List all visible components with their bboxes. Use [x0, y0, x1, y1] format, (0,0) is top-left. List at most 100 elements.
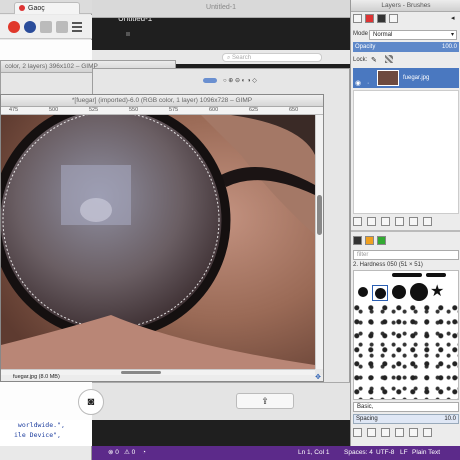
brush-grid[interactable]: ★: [353, 270, 459, 400]
anchor-layer-icon[interactable]: [409, 217, 418, 226]
gimp-toolbox-titlebar: Untitled-1: [92, 0, 350, 18]
chevron-down-icon: ▾: [450, 32, 454, 38]
brush-swatch[interactable]: [426, 273, 446, 277]
error-icon[interactable]: ⊗ 0: [108, 446, 119, 460]
image-status-text: fuegar.jpg (8.0 MB): [13, 374, 60, 380]
editor-statusbar: ⊗ 0 ⚠ 0 ◔ Ln 1, Col 1: [92, 446, 350, 460]
dock-divider[interactable]: [351, 230, 460, 232]
error-count: 0: [115, 449, 119, 456]
ruler-tick: 475: [9, 107, 19, 113]
channels-tab-icon[interactable]: [365, 14, 374, 23]
gimp-image-window: *[fuegar] (imported)-6.0 (RGB color, 1 l…: [0, 94, 324, 382]
code-line-2: ile Device",: [14, 431, 61, 439]
camera-icon[interactable]: [40, 21, 52, 33]
gradients-tab-icon[interactable]: [377, 236, 386, 245]
brush-texture-grid[interactable]: [354, 305, 458, 399]
dock-title[interactable]: Layers - Brushes: [351, 0, 460, 12]
bell-icon[interactable]: ◔: [142, 446, 146, 460]
layers-brushes-dock: Layers - Brushes ◂ Mode Normal ▾ Opacity …: [350, 0, 460, 446]
indent-setting[interactable]: Spaces: 4: [344, 446, 373, 460]
code-line-1: worldwide.",: [14, 421, 65, 429]
preset-select[interactable]: Basic,: [353, 402, 459, 412]
lock-label: Lock:: [353, 57, 368, 63]
browser-toolbar: [0, 15, 92, 39]
brush-swatch[interactable]: [410, 283, 428, 301]
undo-tab-icon[interactable]: [389, 14, 398, 23]
menu-icon[interactable]: [72, 22, 82, 32]
brush-swatch[interactable]: [358, 287, 368, 297]
layers-buttons: [353, 216, 459, 228]
code-snippet: worldwide.", ile Device",: [0, 420, 92, 446]
browser-tab[interactable]: Gaoç: [14, 2, 80, 14]
brush-swatch-selected[interactable]: [372, 285, 388, 301]
ruler-tick: 500: [49, 107, 59, 113]
image-canvas[interactable]: [1, 115, 315, 369]
vertical-scrollbar[interactable]: [315, 115, 323, 369]
browser-tabbar: Gaoç: [0, 0, 92, 14]
opacity-label: Opacity: [355, 44, 376, 50]
tool-icons: ○ ⊕ ⊖ ◐ ◑ ◇: [223, 78, 257, 84]
encoding-setting[interactable]: UTF-8: [376, 446, 394, 460]
toolbox-window-title: Untitled-1: [206, 4, 236, 11]
editor-statusbar-right: Spaces: 4 UTF-8 LF Plain Text: [344, 446, 460, 460]
delete-layer-icon[interactable]: [423, 217, 432, 226]
lower-layer-icon[interactable]: [381, 217, 390, 226]
lock-pixels-icon[interactable]: ✎: [371, 56, 377, 64]
desktop: Untitled-1 Untitled-1 Gaoç worldwide.", i…: [0, 0, 460, 460]
brush-filter-text: filter: [357, 252, 369, 258]
refresh-brush-icon[interactable]: [409, 428, 418, 437]
flag-icon[interactable]: [24, 21, 36, 33]
spacing-value: 10.0: [444, 416, 456, 422]
new-brush-icon[interactable]: [367, 428, 376, 437]
raise-layer-icon[interactable]: [367, 217, 376, 226]
opacity-slider[interactable]: Opacity 100.0: [353, 42, 459, 52]
mode-select[interactable]: Normal ▾: [369, 30, 457, 40]
ruler-tick: 525: [89, 107, 99, 113]
share-button[interactable]: ⇪: [236, 393, 294, 409]
layers-tab-icon[interactable]: [353, 14, 362, 23]
brushes-tab-icon[interactable]: [353, 236, 362, 245]
ruler-tick: 600: [209, 107, 219, 113]
eol-setting[interactable]: LF: [400, 446, 408, 460]
navigate-icon[interactable]: ✥: [315, 373, 321, 381]
share-icon: ⇪: [261, 396, 269, 406]
lock-alpha-icon[interactable]: [385, 55, 393, 63]
ruler-tick: 575: [169, 107, 179, 113]
open-brush-icon[interactable]: [423, 428, 432, 437]
spacing-slider[interactable]: Spacing 10.0: [353, 414, 459, 424]
language-mode[interactable]: Plain Text: [412, 446, 440, 460]
image-window-title[interactable]: *[fuegar] (imported)-6.0 (RGB color, 1 l…: [1, 95, 323, 107]
dock-tab-icons: ◂: [353, 14, 459, 26]
layer-name[interactable]: fuegar.jpg: [403, 68, 429, 88]
ruler-tick: 625: [249, 107, 259, 113]
layer-thumbnail: [377, 70, 399, 86]
image-statusbar: fuegar.jpg (8.0 MB) ✥: [1, 373, 323, 381]
tab-menu-icon[interactable]: ◂: [451, 14, 455, 22]
reader-icon[interactable]: [56, 21, 68, 33]
browser-tab-title: Gaoç: [28, 5, 45, 12]
zoom-slider[interactable]: [203, 78, 217, 83]
brush-swatch[interactable]: [392, 273, 422, 277]
brush-buttons: [353, 428, 459, 440]
editor-cursor: [126, 32, 130, 36]
camera-button[interactable]: ◙: [78, 389, 104, 415]
patterns-tab-icon[interactable]: [365, 236, 374, 245]
new-layer-icon[interactable]: [353, 217, 362, 226]
layer-row[interactable]: ◉ · fuegar.jpg: [353, 68, 459, 88]
brush-tab-icons: [353, 236, 459, 248]
brush-star[interactable]: ★: [430, 281, 444, 301]
mode-value: Normal: [373, 32, 393, 38]
paths-tab-icon[interactable]: [377, 14, 386, 23]
duplicate-layer-icon[interactable]: [395, 217, 404, 226]
ruler-tick: 550: [129, 107, 139, 113]
opera-icon[interactable]: [8, 21, 20, 33]
search-input[interactable]: ⌕ Search: [222, 53, 322, 62]
cursor-position[interactable]: Ln 1, Col 1: [298, 446, 329, 460]
delete-brush-icon[interactable]: [395, 428, 404, 437]
layers-list: [353, 90, 459, 214]
duplicate-brush-icon[interactable]: [381, 428, 390, 437]
warning-icon[interactable]: ⚠ 0: [124, 446, 135, 460]
brush-swatch[interactable]: [392, 285, 406, 299]
edit-brush-icon[interactable]: [353, 428, 362, 437]
brush-filter-input[interactable]: filter: [353, 250, 459, 260]
